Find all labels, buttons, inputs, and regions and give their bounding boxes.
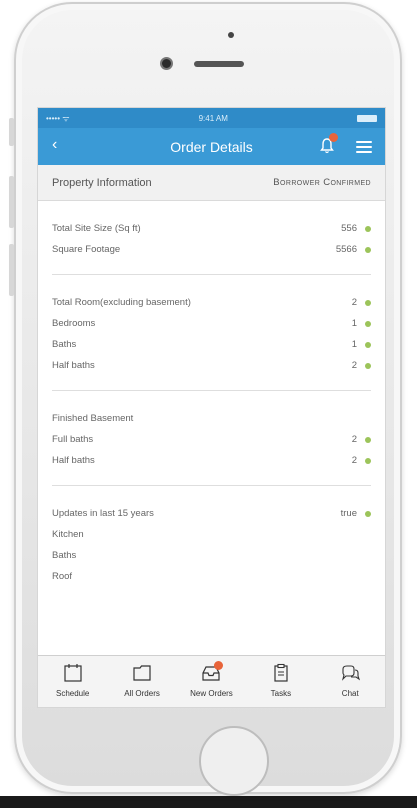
status-dot-icon (365, 225, 371, 232)
field-value: 5566 (335, 244, 357, 255)
borrower-status: Borrower Confirmed (273, 177, 371, 188)
tab-tasks[interactable]: Tasks (247, 656, 315, 698)
back-button[interactable]: ‹ (52, 136, 57, 154)
list-item: Total Site Size (Sq ft) 556 (52, 218, 371, 239)
shadow-base (0, 796, 417, 808)
field-value: 2 (351, 360, 357, 371)
field-label: Full baths (52, 434, 94, 445)
volume-down-button (9, 244, 14, 296)
field-label: Bedrooms (52, 318, 96, 329)
property-info-header: Property Information Borrower Confirmed (38, 165, 385, 201)
field-value: true (340, 508, 357, 519)
status-dot-icon (365, 436, 371, 443)
tab-label: Tasks (270, 689, 292, 698)
app-screen: ••••• ᯤ 9:41 AM ‹ Order Details Property… (37, 107, 386, 708)
update-item: Baths (52, 550, 77, 561)
update-item: Kitchen (52, 529, 84, 540)
list-item: Full baths 2 (52, 429, 371, 450)
field-label: Total Site Size (Sq ft) (52, 223, 141, 234)
earpiece-speaker (194, 61, 244, 67)
status-time: 9:41 AM (198, 113, 228, 123)
list-item: Updates in last 15 years true (52, 503, 371, 524)
field-value: 2 (351, 297, 357, 308)
rooms-section: Total Room(excluding basement) 2 Bedroom… (52, 275, 371, 391)
status-dot-icon (365, 320, 371, 327)
field-value: 1 (351, 339, 357, 350)
menu-icon[interactable] (356, 141, 372, 153)
navigation-bar: ‹ Order Details (38, 128, 385, 165)
field-value: 2 (351, 455, 357, 466)
tab-schedule[interactable]: Schedule (39, 656, 107, 698)
field-label: Half baths (52, 455, 95, 466)
field-label: Baths (52, 339, 77, 350)
proximity-sensor (228, 32, 234, 38)
list-item: Baths (52, 545, 371, 566)
chat-icon (342, 665, 361, 681)
front-camera (160, 57, 173, 70)
field-label: Total Room(excluding basement) (52, 297, 191, 308)
list-item: Bedrooms 1 (52, 313, 371, 334)
list-item: Total Room(excluding basement) 2 (52, 292, 371, 313)
new-orders-badge (214, 661, 224, 670)
bottom-tab-bar: Schedule All Orders New Orders Tasks Cha… (38, 655, 385, 707)
status-dot-icon (365, 362, 371, 369)
calendar-icon (64, 664, 82, 682)
field-value: 2 (351, 434, 357, 445)
status-dot-icon (365, 246, 371, 253)
tab-label: Schedule (56, 689, 90, 698)
clipboard-icon (274, 663, 288, 682)
notification-badge (329, 133, 338, 142)
tab-chat[interactable]: Chat (316, 656, 384, 698)
property-info-title: Property Information (52, 176, 152, 189)
list-item: Kitchen (52, 524, 371, 545)
volume-up-button (9, 176, 14, 228)
field-label: Half baths (52, 360, 95, 371)
status-dot-icon (365, 299, 371, 306)
tab-label: New Orders (190, 689, 233, 698)
home-button[interactable] (199, 726, 269, 796)
site-section: Total Site Size (Sq ft) 556 Square Foota… (52, 201, 371, 275)
field-label: Updates in last 15 years (52, 508, 154, 519)
status-dot-icon (365, 341, 371, 348)
signal-indicator: ••••• ᯤ (46, 113, 70, 123)
list-item: Half baths 2 (52, 355, 371, 376)
status-bar: ••••• ᯤ 9:41 AM (38, 108, 385, 128)
battery-icon (356, 114, 377, 122)
update-item: Roof (52, 571, 73, 582)
mute-switch (9, 118, 14, 146)
field-label: Finished Basement (52, 413, 134, 424)
field-value: 1 (351, 318, 357, 329)
tab-all-orders[interactable]: All Orders (108, 656, 176, 698)
field-value: 556 (341, 223, 357, 234)
folder-icon (133, 665, 151, 681)
details-list: Total Site Size (Sq ft) 556 Square Foota… (38, 201, 385, 601)
tab-new-orders[interactable]: New Orders (177, 656, 245, 698)
tab-label: Chat (341, 689, 359, 698)
list-item: Baths 1 (52, 334, 371, 355)
tab-label: All Orders (124, 689, 160, 698)
updates-section: Updates in last 15 years true Kitchen Ba… (52, 486, 371, 601)
basement-section: Finished Basement Full baths 2 Half bath… (52, 391, 371, 486)
list-item: Half baths 2 (52, 450, 371, 471)
list-item: Square Footage 5566 (52, 239, 371, 260)
status-dot-icon (365, 457, 371, 464)
status-dot-icon (365, 510, 371, 517)
field-label: Square Footage (52, 244, 121, 255)
list-item: Roof (52, 566, 371, 587)
list-item: Finished Basement (52, 408, 371, 429)
